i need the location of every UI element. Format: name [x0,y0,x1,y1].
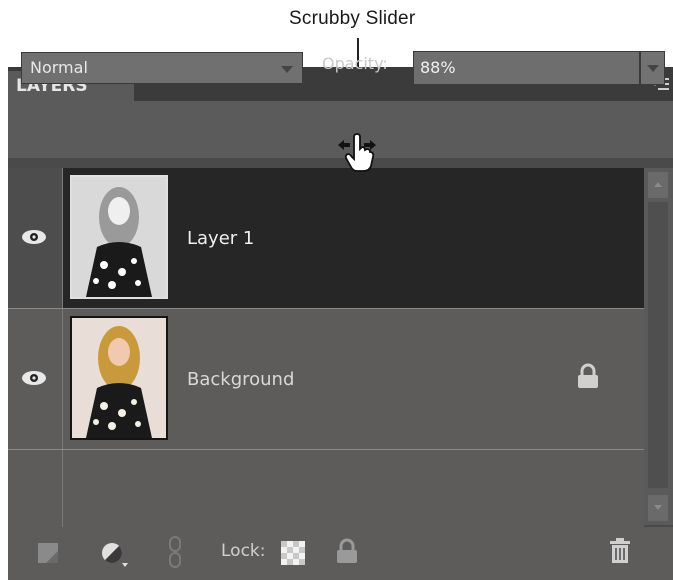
scrubby-slider-cursor-icon [338,133,376,172]
eye-icon [22,371,46,385]
layer-row-background[interactable]: Background [8,309,644,450]
opacity-slider-button[interactable] [640,51,665,85]
layers-empty-area [8,450,644,527]
link-icon[interactable] [168,535,182,569]
scroll-up-button[interactable] [648,172,668,198]
layer-thumbnail[interactable] [70,316,168,440]
lock-transparent-icon[interactable] [281,541,305,565]
trash-icon[interactable] [608,537,632,565]
scrubby-slider-callout: Scrubby Slider [289,8,416,29]
lock-label: Lock: [221,541,266,561]
scroll-track[interactable] [648,202,668,488]
blend-mode-value: Normal [30,58,88,77]
scroll-down-button[interactable] [648,495,668,521]
layer-name[interactable]: Background [187,369,294,390]
chevron-down-icon [647,65,659,72]
lock-icon [578,363,598,388]
opacity-label[interactable]: Opacity: [322,54,388,73]
adjustment-layer-icon[interactable] [100,541,132,569]
visibility-toggle[interactable] [8,168,63,308]
layers-scrollbar[interactable] [644,168,673,525]
blend-mode-dropdown[interactable]: Normal [21,52,303,84]
lock-all-icon[interactable] [335,537,359,565]
chevron-down-icon [281,66,293,73]
layer-thumbnail[interactable] [70,175,168,299]
opacity-input[interactable]: 88% [413,51,640,85]
layer-row-layer-1[interactable]: Layer 1 [8,168,644,309]
layers-bottom-toolbar: Lock: [8,527,673,580]
eye-icon [22,230,46,244]
visibility-toggle[interactable] [8,309,63,449]
layer-name[interactable]: Layer 1 [187,228,254,249]
new-layer-icon[interactable] [36,541,60,565]
